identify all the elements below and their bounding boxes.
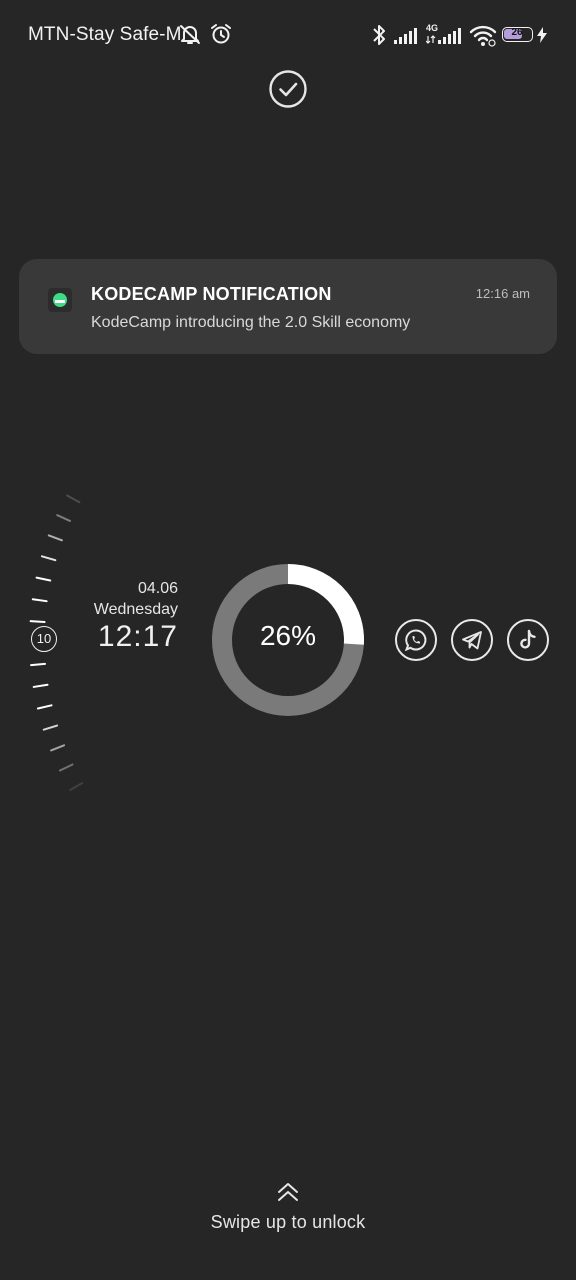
dial-tick [56,514,71,522]
telegram-icon [462,631,482,650]
dial-hour-marker: 10 [31,626,57,652]
whatsapp-icon [405,629,427,651]
dial-tick [30,662,47,667]
battery-level-text: 26 [511,27,523,38]
alarm-icon [211,24,231,44]
dial-tick [50,744,66,752]
dial-tick [58,763,74,772]
status-bar: MTN-Stay Safe-M 4G 26 [0,0,576,70]
dial-tick [42,724,59,731]
notification-time: 12:16 am [475,286,530,301]
dial-tick [69,782,84,791]
notification-body: KodeCamp introducing the 2.0 Skill econo… [91,314,411,331]
muted-notifications-icon [180,25,200,44]
weekday-label: Wednesday [93,601,178,618]
tiktok-icon [520,629,536,649]
bluetooth-icon [373,25,385,45]
dial-tick [35,576,52,582]
signal-icon [394,28,417,44]
swipe-to-unlock-label: Swipe up to unlock [210,1212,366,1232]
charging-icon [537,27,547,43]
notification-card[interactable] [19,259,557,354]
notification-title: KODECAMP NOTIFICATION [91,284,332,304]
telegram-shortcut[interactable] [451,619,493,661]
signal-4g-icon [426,28,461,44]
dial-tick [31,598,48,603]
battery-icon: 26 [502,27,533,42]
time-label: 12:17 [97,620,178,653]
dial-tick [29,620,46,624]
check-circle-icon[interactable] [268,69,308,109]
dial-tick [66,494,81,504]
tiktok-shortcut[interactable] [507,619,549,661]
dial-tick [32,683,49,688]
whatsapp-shortcut[interactable] [395,619,437,661]
wifi-icon [469,25,497,47]
clock-dial [29,494,84,791]
date-label: 04.06 [137,580,178,597]
kodecamp-app-icon [48,288,72,312]
dial-tick [40,555,57,562]
battery-percent: 26% [259,620,317,651]
carrier-name: MTN-Stay Safe-M [28,24,182,45]
dial-tick [47,534,63,542]
dial-tick [36,704,53,710]
swipe-up-icon[interactable] [276,1181,300,1203]
